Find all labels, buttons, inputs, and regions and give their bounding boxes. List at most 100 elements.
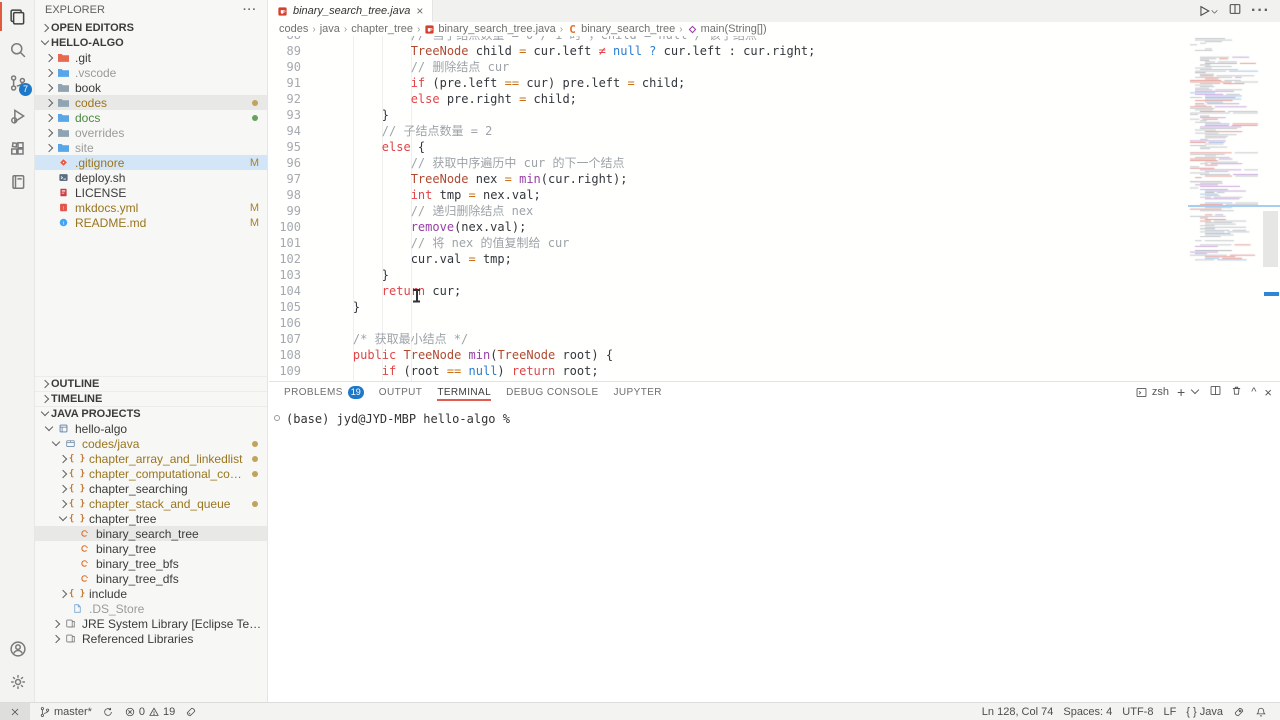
java-item-codes-java[interactable]: codes/java (35, 436, 267, 451)
breadcrumb-item[interactable]: main(String[]) (687, 23, 767, 35)
code-line-108[interactable]: 108 public TreeNode min(TreeNode root) { (269, 347, 1188, 363)
explorer-icon[interactable] (0, 0, 35, 33)
explorer-item-readme-md[interactable]: iREADME.mdM (35, 215, 267, 230)
task-status-icon[interactable] (180, 703, 202, 720)
code-line-93[interactable]: 93 } (269, 107, 1188, 123)
code-line-89[interactable]: 89 TreeNode child = cur.left ≠ null ? cu… (269, 43, 1188, 59)
java-item-chapter-computational-complexity[interactable]: { }chapter_computational_complexity (35, 466, 267, 481)
code-line-100[interactable]: 100 remove(nex.val); (269, 219, 1188, 235)
terminal[interactable]: (base) jyd@JYD-MBP hello-algo % (269, 402, 1280, 426)
code-line-107[interactable]: 107 /* 获取最小结点 */ (269, 331, 1188, 347)
eol-setting[interactable]: LF (1158, 703, 1181, 720)
notebook-icon[interactable] (0, 165, 35, 198)
tab-binary-search-tree[interactable]: binary_search_tree.java × (269, 0, 433, 22)
terminal-profile-select[interactable]: zsh (1135, 386, 1169, 399)
source-control-icon[interactable]: 7 (0, 66, 35, 99)
explorer-item-deploy-sh[interactable]: deploy.sh (35, 170, 267, 185)
encoding-setting[interactable]: UTF-8 (1117, 703, 1158, 720)
open-editors-section[interactable]: OPEN EDITORS (35, 20, 267, 35)
editor-more-actions-icon[interactable]: ··· (1251, 2, 1270, 20)
panel-tab-problems[interactable]: PROBLEMS19 (284, 382, 364, 402)
code-line-88[interactable]: 88 // 当子结点数量 = 0 / 1 时 ，child = null / 该… (269, 36, 1188, 43)
code-line-90[interactable]: 90 // 删除结点 cur (269, 59, 1188, 75)
code-line-109[interactable]: 109 if (root == null) return root; (269, 363, 1188, 379)
code-line-99[interactable]: 99 // 递归删除结点 nex (269, 203, 1188, 219)
split-terminal-icon[interactable] (1209, 384, 1222, 400)
code-line-94[interactable]: 94 // 子结点数量 = 2 (269, 123, 1188, 139)
editor-scrollbar-thumb[interactable] (1263, 211, 1278, 267)
java-item-binary-tree[interactable]: binary_tree (35, 541, 267, 556)
breadcrumb-item[interactable]: Cbinary_search_tree (567, 23, 675, 35)
workspace-root-section[interactable]: HELLO-ALGO (35, 35, 267, 50)
java-item-chapter-array-and-linkedlist[interactable]: { }chapter_array_and_linkedlist (35, 451, 267, 466)
explorer-item-docs[interactable]: docs (35, 110, 267, 125)
terminal-dropdown-icon[interactable] (1189, 386, 1201, 398)
java-item-binary-tree-dfs[interactable]: binary_tree_dfs (35, 571, 267, 586)
code-line-98[interactable]: 98 int tmp = nex.val; (269, 187, 1188, 203)
java-item--ds-store[interactable]: .DS_Store (35, 601, 267, 616)
code-line-102[interactable]: 102 cur.val = tmp; (269, 251, 1188, 267)
breadcrumb-item[interactable]: java (320, 23, 340, 35)
code-line-92[interactable]: 92 else pre.right = child; (269, 91, 1188, 107)
code-editor[interactable]: 88 // 当子结点数量 = 0 / 1 时 ，child = null / 该… (269, 36, 1280, 381)
maximize-panel-icon[interactable]: ^ (1251, 386, 1256, 399)
breadcrumb-item[interactable]: binary_search_tree.java (424, 23, 555, 35)
outline-section[interactable]: OUTLINE (35, 376, 267, 391)
java-projects-section[interactable]: JAVA PROJECTS (35, 406, 267, 421)
java-item-chapter-tree[interactable]: { }chapter_tree (35, 511, 267, 526)
explorer-item-overrides[interactable]: overrides (35, 125, 267, 140)
minimap[interactable] (1188, 36, 1262, 381)
java-item-referenced-libraries[interactable]: Referenced Libraries (35, 631, 267, 646)
java-lightweight-mode-icon[interactable] (1228, 703, 1250, 720)
java-item-chapter-stack-and-queue[interactable]: { }chapter_stack_and_queue (35, 496, 267, 511)
account-icon[interactable] (0, 632, 35, 665)
code-line-103[interactable]: 103 } (269, 267, 1188, 283)
search-icon[interactable] (0, 33, 35, 66)
language-mode[interactable]: { } Java (1181, 703, 1228, 720)
code-line-101[interactable]: 101 // 将 nex 的值复制给 cur (269, 235, 1188, 251)
extensions-icon[interactable] (0, 132, 35, 165)
code-line-106[interactable]: 106 (269, 315, 1188, 331)
breadcrumb-item[interactable]: chapter_tree (351, 23, 413, 35)
code-line-91[interactable]: 91 if (pre.left == cur) pre.left = child… (269, 75, 1188, 91)
explorer-item-book[interactable]: book (35, 80, 267, 95)
timeline-section[interactable]: TIMELINE (35, 391, 267, 406)
explorer-item-codes[interactable]: codes (35, 95, 267, 110)
kill-terminal-icon[interactable] (1230, 384, 1243, 400)
run-button[interactable] (1197, 4, 1219, 18)
panel-tab-terminal[interactable]: TERMINAL (437, 382, 491, 402)
code-line-96[interactable]: 96 // 获取中序遍历中 cur 的下一个结点 (269, 155, 1188, 171)
explorer-item-site[interactable]: site (35, 140, 267, 155)
java-item-binary-search-tree[interactable]: binary_search_tree (35, 526, 267, 541)
close-panel-icon[interactable]: × (1264, 386, 1272, 399)
indentation-setting[interactable]: Spaces: 4 (1058, 703, 1117, 720)
problems-status[interactable]: 0 19 (119, 703, 180, 720)
breadcrumb-item[interactable]: codes (279, 23, 308, 35)
notifications-bell-icon[interactable] (1250, 703, 1272, 720)
explorer-item--gitignore[interactable]: .gitignoreM (35, 155, 267, 170)
cursor-position[interactable]: Ln 128, Col 74 (977, 703, 1059, 720)
panel-tab-output[interactable]: OUTPUT (379, 382, 423, 402)
code-line-104[interactable]: 104 return cur; (269, 283, 1188, 299)
git-branch-status[interactable]: master* (34, 703, 97, 720)
explorer-item-mkdocs-yml[interactable]: !mkdocs.ymlM (35, 200, 267, 215)
code-line-97[interactable]: 97 TreeNode nex = min(cur.right); (269, 171, 1188, 187)
java-item-chapter-searching[interactable]: { }chapter_searching (35, 481, 267, 496)
panel-tab-jupyter[interactable]: JUPYTER (614, 382, 662, 402)
java-item-include[interactable]: { }include (35, 586, 267, 601)
java-item-jre-system-library-eclipse-temurin-17-17-[interactable]: JRE System Library [Eclipse Temurin 17 [… (35, 616, 267, 631)
remote-indicator-icon[interactable] (0, 703, 30, 720)
code-line-105[interactable]: 105 } (269, 299, 1188, 315)
panel-tab-debug-console[interactable]: DEBUG CONSOLE (506, 382, 598, 402)
explorer-item--git[interactable]: .git (35, 50, 267, 65)
java-item-binary-tree-bfs[interactable]: binary_tree_bfs (35, 556, 267, 571)
run-debug-icon[interactable] (0, 99, 35, 132)
settings-gear-icon[interactable] (0, 665, 35, 698)
explorer-actions-icon[interactable]: ··· (243, 4, 257, 16)
code-line-95[interactable]: 95 else { (269, 139, 1188, 155)
split-editor-icon[interactable] (1228, 2, 1242, 21)
explorer-item-license[interactable]: LICENSE (35, 185, 267, 200)
new-terminal-icon[interactable]: + (1177, 386, 1185, 399)
tab-close-icon[interactable]: × (415, 4, 424, 18)
java-item-hello-algo[interactable]: hello-algo (35, 421, 267, 436)
